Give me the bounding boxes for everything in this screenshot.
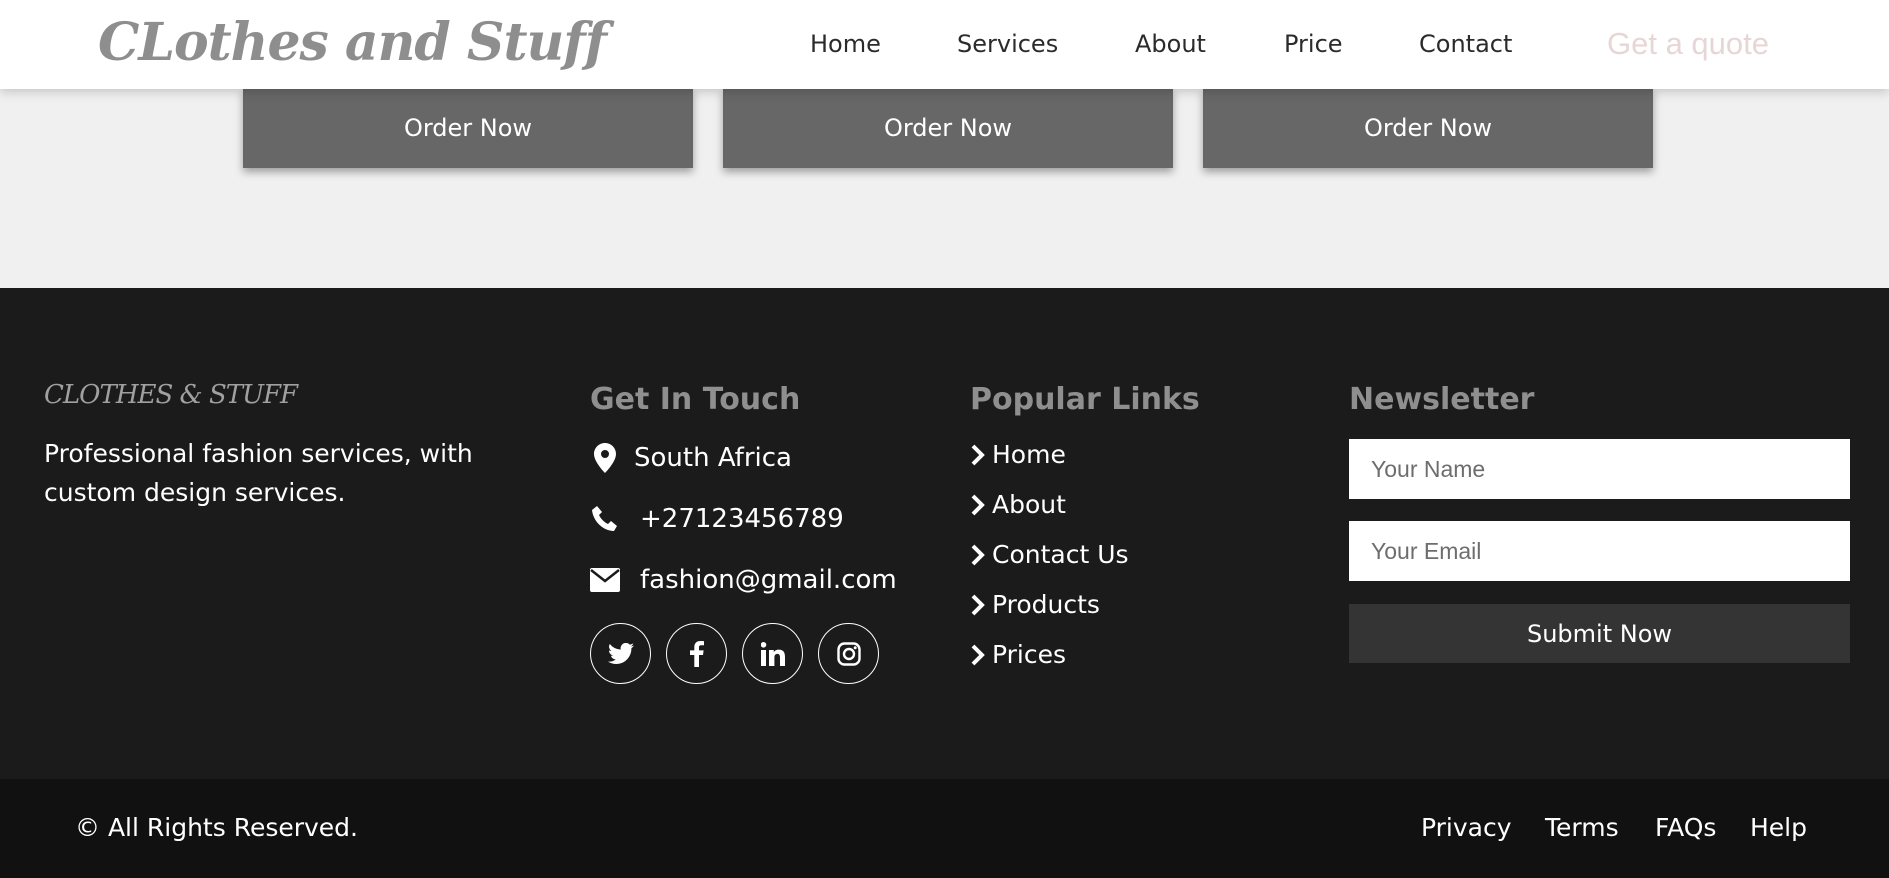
order-now-button-2[interactable]: Order Now [723, 88, 1173, 168]
footer-link-label: About [992, 490, 1066, 519]
footer-link-home[interactable]: Home [970, 440, 1066, 469]
chevron-right-icon [970, 542, 990, 568]
chevron-right-icon [970, 592, 990, 618]
instagram-icon[interactable] [818, 623, 879, 684]
nav-home[interactable]: Home [810, 30, 881, 58]
bottom-link-faqs[interactable]: FAQs [1655, 813, 1716, 842]
chevron-right-icon [970, 642, 990, 668]
bottom-link-terms[interactable]: Terms [1545, 813, 1619, 842]
contact-location: South Africa [590, 441, 792, 475]
newsletter-submit-button[interactable]: Submit Now [1349, 604, 1850, 663]
social-links [590, 623, 879, 684]
get-quote-button[interactable]: Get a quote [1607, 26, 1769, 62]
site-logo[interactable]: CLothes and Stuff [98, 12, 607, 73]
footer-link-prices[interactable]: Prices [970, 640, 1066, 669]
contact-email-text[interactable]: fashion@gmail.com [640, 565, 897, 595]
contact-email: fashion@gmail.com [590, 563, 897, 597]
footer-brand: CLOTHES & STUFF [44, 380, 298, 410]
copyright-text: © All Rights Reserved. [75, 813, 358, 842]
contact-phone: +27123456789 [590, 502, 844, 536]
site-footer: CLOTHES & STUFF Professional fashion ser… [0, 288, 1889, 779]
linkedin-icon[interactable] [742, 623, 803, 684]
nav-price[interactable]: Price [1284, 30, 1343, 58]
contact-phone-text[interactable]: +27123456789 [640, 504, 844, 534]
footer-link-about[interactable]: About [970, 490, 1066, 519]
newsletter-email-input[interactable] [1349, 521, 1850, 581]
twitter-icon[interactable] [590, 623, 651, 684]
footer-link-products[interactable]: Products [970, 590, 1100, 619]
site-header: CLothes and Stuff Home Services About Pr… [0, 0, 1889, 89]
footer-link-label: Home [992, 440, 1066, 469]
order-now-button-1[interactable]: Order Now [243, 88, 693, 168]
footer-link-label: Products [992, 590, 1100, 619]
footer-link-contact-us[interactable]: Contact Us [970, 540, 1129, 569]
footer-description: Professional fashion services, with cust… [44, 439, 473, 507]
footer-link-label: Contact Us [992, 540, 1129, 569]
facebook-icon[interactable] [666, 623, 727, 684]
chevron-right-icon [970, 442, 990, 468]
contact-location-text: South Africa [634, 443, 792, 473]
footer-link-label: Prices [992, 640, 1067, 669]
nav-services[interactable]: Services [957, 30, 1058, 58]
nav-contact[interactable]: Contact [1419, 30, 1512, 58]
newsletter-title: Newsletter [1349, 382, 1535, 417]
nav-about[interactable]: About [1135, 30, 1206, 58]
contact-title: Get In Touch [590, 382, 801, 417]
newsletter-name-input[interactable] [1349, 439, 1850, 499]
popular-links-title: Popular Links [970, 382, 1200, 417]
chevron-right-icon [970, 492, 990, 518]
order-now-button-3[interactable]: Order Now [1203, 88, 1653, 168]
phone-icon [590, 504, 620, 534]
envelope-icon [590, 565, 620, 595]
map-pin-icon [590, 443, 620, 473]
bottom-link-privacy[interactable]: Privacy [1421, 813, 1512, 842]
bottom-bar: © All Rights Reserved. Privacy Terms FAQ… [0, 779, 1889, 878]
bottom-link-help[interactable]: Help [1750, 813, 1807, 842]
